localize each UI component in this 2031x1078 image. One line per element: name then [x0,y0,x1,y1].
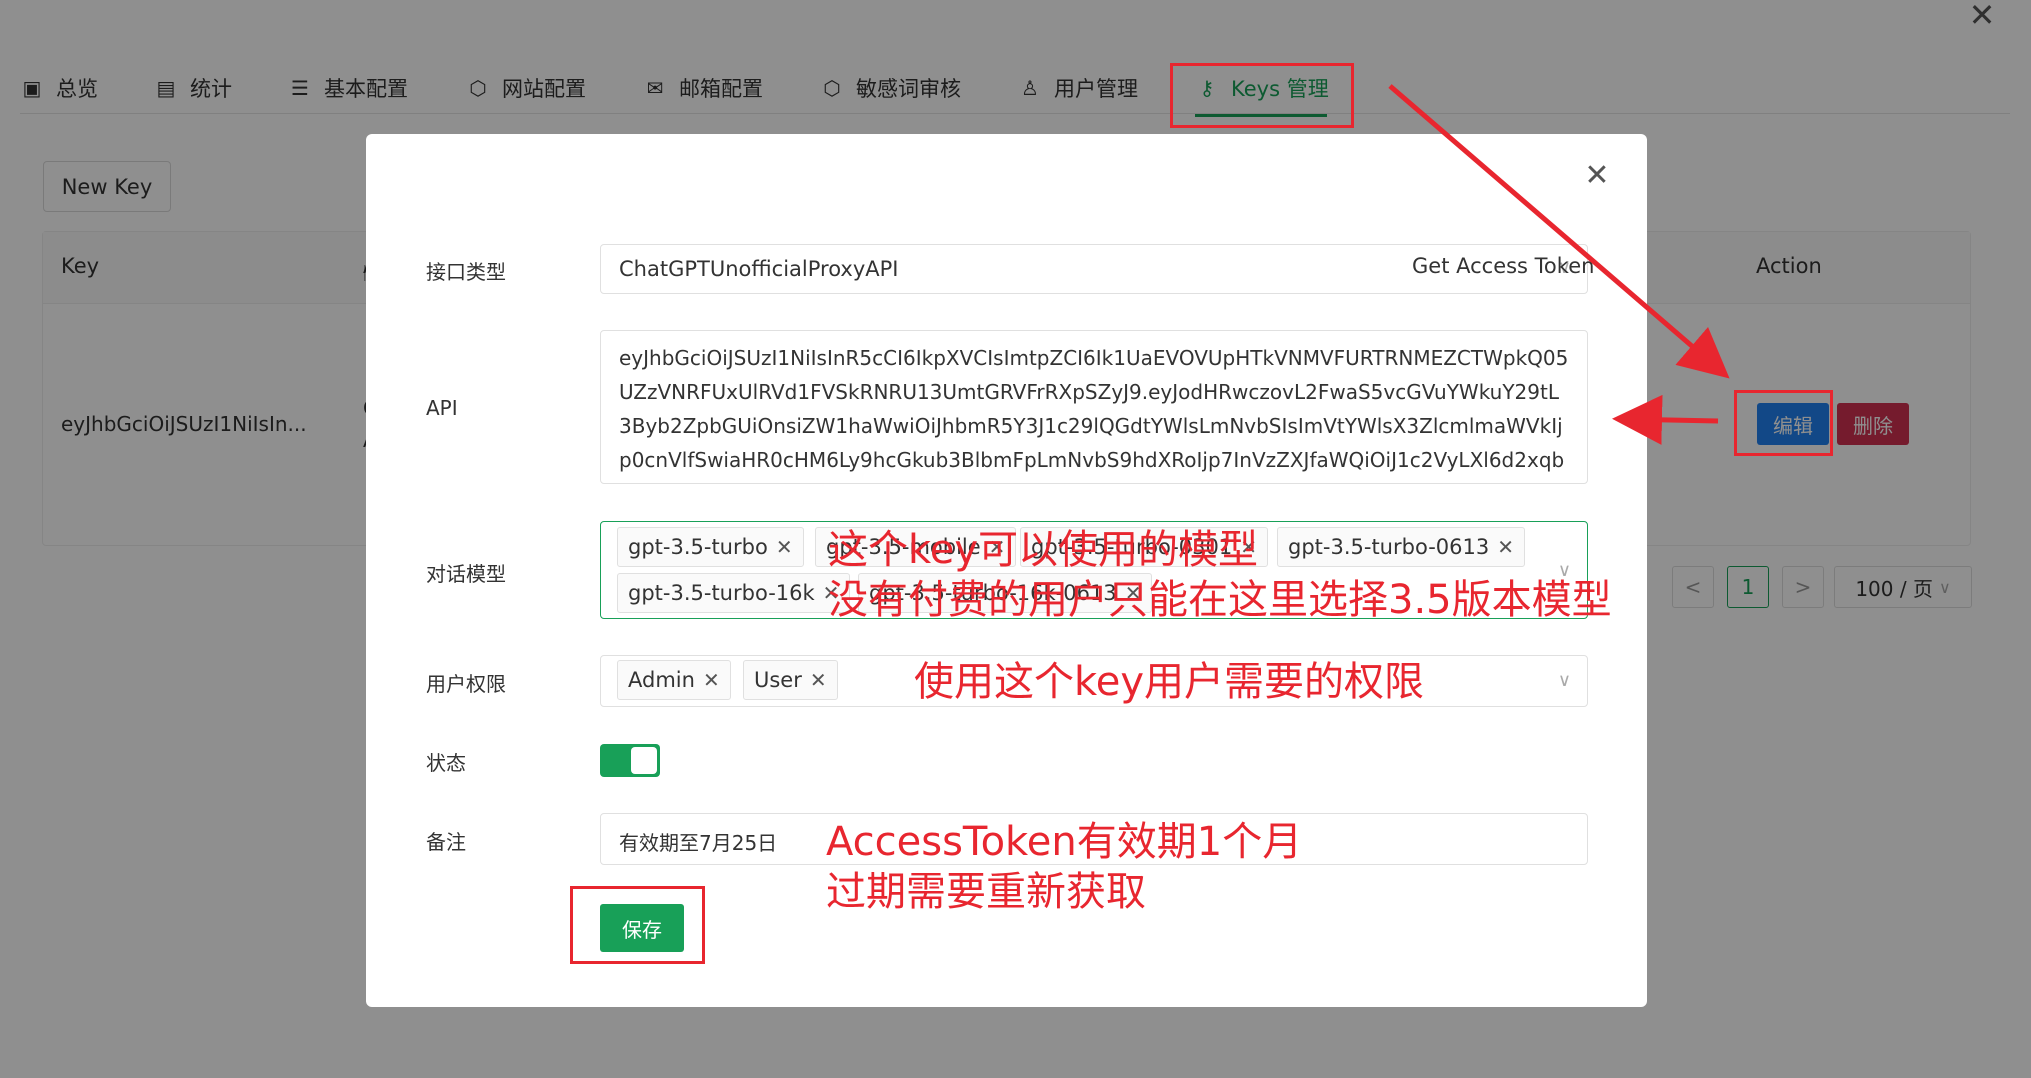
annotation-permissions-note: 使用这个key用户需要的权限 [914,659,1425,705]
keys-management-page: ✕ ▣ 总览 ▤ 统计 ☰ 基本配置 ⬡ 网站配置 ✉ 邮箱配置 ⬡ 敏感词审核… [0,0,2031,1078]
annotation-models-note: 这个key可以使用的模型 [828,527,1259,573]
annotation-token-note: 过期需要重新获取 [826,869,1146,915]
arrow-to-api-field [1612,394,1719,445]
annotation-models-note: 没有付费的用户只能在这里选择3.5版本模型 [828,577,1612,623]
annotation-token-note: AccessToken有效期1个月 [826,819,1303,865]
arrow-to-edit-button [1388,84,1730,379]
